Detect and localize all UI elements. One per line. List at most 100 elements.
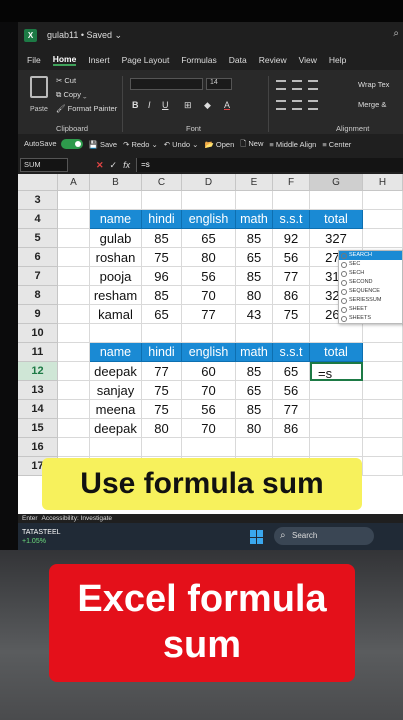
new-button[interactable]: 🗋 New — [240, 138, 263, 151]
italic-button[interactable]: I — [148, 100, 151, 110]
table-cell[interactable]: 56 — [273, 248, 310, 267]
table-header-cell[interactable]: hindi — [142, 343, 182, 362]
grid-cell[interactable] — [310, 324, 363, 343]
table-cell[interactable]: deepak — [90, 419, 142, 438]
row-header-15[interactable]: 15 — [18, 419, 58, 438]
grid-cell[interactable] — [310, 191, 363, 210]
align-top-icon[interactable] — [276, 80, 286, 90]
autocomplete-item[interactable]: SECOND — [339, 278, 402, 287]
grid-cell[interactable] — [182, 438, 236, 457]
column-header-b[interactable]: B — [90, 174, 142, 191]
grid-cell[interactable] — [58, 438, 90, 457]
align-bottom-icon[interactable] — [308, 80, 318, 90]
row-header-16[interactable]: 16 — [18, 438, 58, 457]
bold-button[interactable]: B — [132, 100, 139, 110]
table-cell[interactable]: 85 — [142, 229, 182, 248]
grid-cell[interactable] — [58, 381, 90, 400]
align-center-icon[interactable] — [292, 100, 302, 110]
grid-cell[interactable] — [363, 400, 403, 419]
table-cell[interactable]: 77 — [182, 305, 236, 324]
table-cell[interactable]: 80 — [236, 286, 273, 305]
search-icon[interactable]: ⌕ — [393, 28, 399, 39]
table-cell[interactable]: resham — [90, 286, 142, 305]
autocomplete-item[interactable]: SEQUENCE — [339, 287, 402, 296]
grid-cell[interactable] — [363, 229, 403, 248]
row-header-11[interactable]: 11 — [18, 343, 58, 362]
grid-cell[interactable] — [236, 324, 273, 343]
table-cell[interactable]: 70 — [182, 419, 236, 438]
grid-cell[interactable] — [363, 381, 403, 400]
table-cell[interactable]: 56 — [273, 381, 310, 400]
table-cell[interactable]: 75 — [142, 381, 182, 400]
table-header-cell[interactable]: hindi — [142, 210, 182, 229]
table-cell[interactable]: 75 — [142, 400, 182, 419]
grid-cell[interactable] — [273, 324, 310, 343]
grid-cell[interactable] — [182, 191, 236, 210]
align-middle-icon[interactable] — [292, 80, 302, 90]
grid-cell[interactable] — [273, 438, 310, 457]
row-header-8[interactable]: 8 — [18, 286, 58, 305]
center-button[interactable]: ≡ Center — [322, 140, 351, 149]
grid-cell[interactable] — [142, 324, 182, 343]
grid-cell[interactable] — [58, 267, 90, 286]
table-cell[interactable]: 86 — [273, 286, 310, 305]
table-cell[interactable]: 56 — [182, 400, 236, 419]
column-header-h[interactable]: H — [363, 174, 403, 191]
redo-button[interactable]: ↷ Redo ⌄ — [123, 140, 158, 149]
table-header-cell[interactable]: total — [310, 343, 363, 362]
grid-cell[interactable] — [58, 248, 90, 267]
cancel-icon[interactable]: ✕ — [96, 160, 104, 171]
table-cell[interactable] — [310, 381, 363, 400]
table-header-cell[interactable]: s.s.t — [273, 343, 310, 362]
table-cell[interactable]: 70 — [182, 381, 236, 400]
font-size-dropdown[interactable]: 14 — [206, 78, 232, 90]
grid-cell[interactable] — [58, 305, 90, 324]
grid-cell[interactable] — [58, 400, 90, 419]
tab-formulas[interactable]: Formulas — [181, 55, 216, 65]
table-header-cell[interactable]: english — [182, 210, 236, 229]
format-painter-button[interactable]: 🖌 Format Painter — [56, 104, 117, 113]
autocomplete-item[interactable]: SHEET — [339, 305, 402, 314]
row-header-14[interactable]: 14 — [18, 400, 58, 419]
table-cell[interactable]: 85 — [236, 267, 273, 286]
grid-cell[interactable] — [363, 324, 403, 343]
select-all-corner[interactable] — [18, 174, 58, 191]
grid-cell[interactable] — [90, 191, 142, 210]
table-cell[interactable]: 60 — [182, 362, 236, 381]
tab-view[interactable]: View — [299, 55, 317, 65]
merge-center-button[interactable]: Merge & — [358, 100, 386, 109]
borders-icon[interactable]: ⊞ — [184, 100, 192, 111]
table-cell[interactable]: 80 — [142, 419, 182, 438]
table-cell[interactable]: kamal — [90, 305, 142, 324]
column-header-e[interactable]: E — [236, 174, 273, 191]
undo-button[interactable]: ↶ Undo ⌄ — [164, 140, 199, 149]
autocomplete-item[interactable]: SEC — [339, 260, 402, 269]
grid-cell[interactable] — [58, 419, 90, 438]
align-left-icon[interactable] — [276, 100, 286, 110]
column-header-a[interactable]: A — [58, 174, 90, 191]
name-box[interactable]: SUM — [20, 158, 68, 172]
column-header-f[interactable]: F — [273, 174, 310, 191]
enter-icon[interactable]: ✓ — [110, 160, 118, 171]
grid-cell[interactable] — [363, 191, 403, 210]
grid-cell[interactable] — [363, 419, 403, 438]
table-header-cell[interactable]: math — [236, 210, 273, 229]
autosave-toggle[interactable]: AutoSave — [24, 139, 83, 149]
table-cell[interactable]: 43 — [236, 305, 273, 324]
autocomplete-item[interactable]: SERIESSUM — [339, 296, 402, 305]
table-cell[interactable]: 80 — [236, 419, 273, 438]
table-cell[interactable]: 65 — [182, 229, 236, 248]
row-header-10[interactable]: 10 — [18, 324, 58, 343]
row-header-6[interactable]: 6 — [18, 248, 58, 267]
function-autocomplete-list[interactable]: SEARCH SEC SECH SECOND SEQUENCE SERIESSUM SHEE… — [338, 250, 403, 324]
row-header-5[interactable]: 5 — [18, 229, 58, 248]
tab-insert[interactable]: Insert — [88, 55, 109, 65]
grid-cell[interactable] — [236, 191, 273, 210]
grid-cell[interactable] — [58, 210, 90, 229]
table-cell[interactable]: 80 — [182, 248, 236, 267]
font-color-icon[interactable]: A — [224, 100, 230, 110]
grid-cell[interactable] — [58, 324, 90, 343]
column-header-g[interactable]: G — [310, 174, 363, 191]
tab-file[interactable]: File — [27, 55, 41, 65]
table-header-cell[interactable]: s.s.t — [273, 210, 310, 229]
